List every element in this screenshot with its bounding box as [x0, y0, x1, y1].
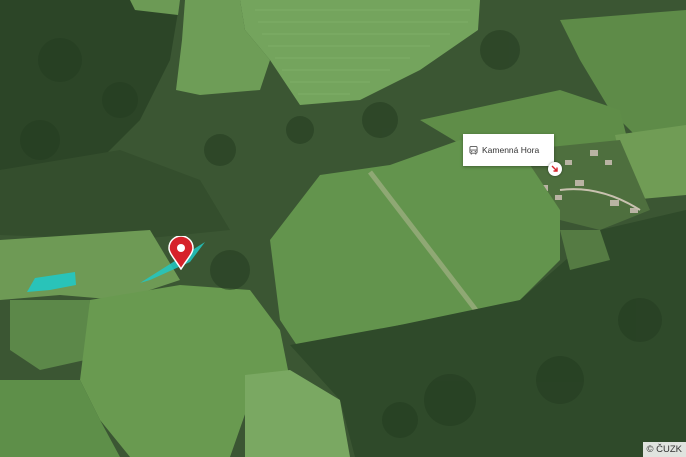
bus-stop-marker[interactable]: [548, 162, 562, 176]
place-name: Kamenná Hora: [482, 145, 540, 155]
bus-stop-label[interactable]: Kamenná Hora: [463, 134, 554, 166]
aerial-map[interactable]: [0, 0, 686, 457]
map-attribution: © ČUZK: [642, 442, 686, 457]
bus-stop-icon: [469, 145, 478, 155]
map-pin-icon[interactable]: [168, 236, 194, 270]
arrow-icon: [551, 165, 558, 172]
